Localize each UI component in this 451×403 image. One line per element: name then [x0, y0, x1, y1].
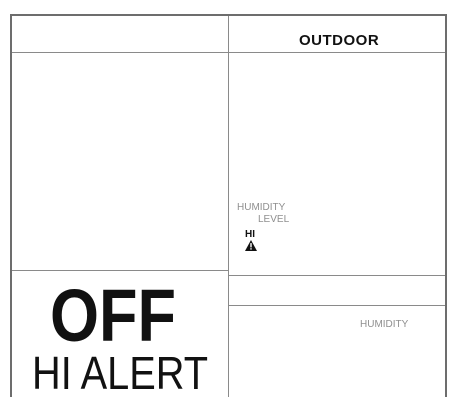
vertical-divider: [228, 16, 229, 397]
display-main-value: OFF: [50, 285, 176, 345]
top-left-divider: [12, 52, 228, 53]
hi-alert-text-value: HI ALERT: [32, 347, 208, 395]
humidity-label-line1: HUMIDITY: [237, 202, 286, 213]
humidity-label-line2: LEVEL: [258, 214, 290, 225]
warning-icon: [245, 240, 257, 251]
hi-alert-text: HI ALERT: [32, 347, 208, 395]
lcd-screen: OUTDOOR HUMIDITY LEVEL HI OFF HI ALERT H…: [0, 0, 451, 403]
humidity-level-label: HUMIDITY LEVEL: [237, 202, 307, 226]
outdoor-label: OUTDOOR: [299, 32, 380, 49]
lower-right-divider: [229, 305, 445, 306]
humidity-label-right: HUMIDITY: [360, 319, 409, 330]
display-main-value-text: OFF: [50, 285, 176, 345]
middle-left-divider: [12, 270, 228, 271]
middle-right-divider: [229, 275, 445, 276]
top-right-divider: [229, 52, 445, 53]
